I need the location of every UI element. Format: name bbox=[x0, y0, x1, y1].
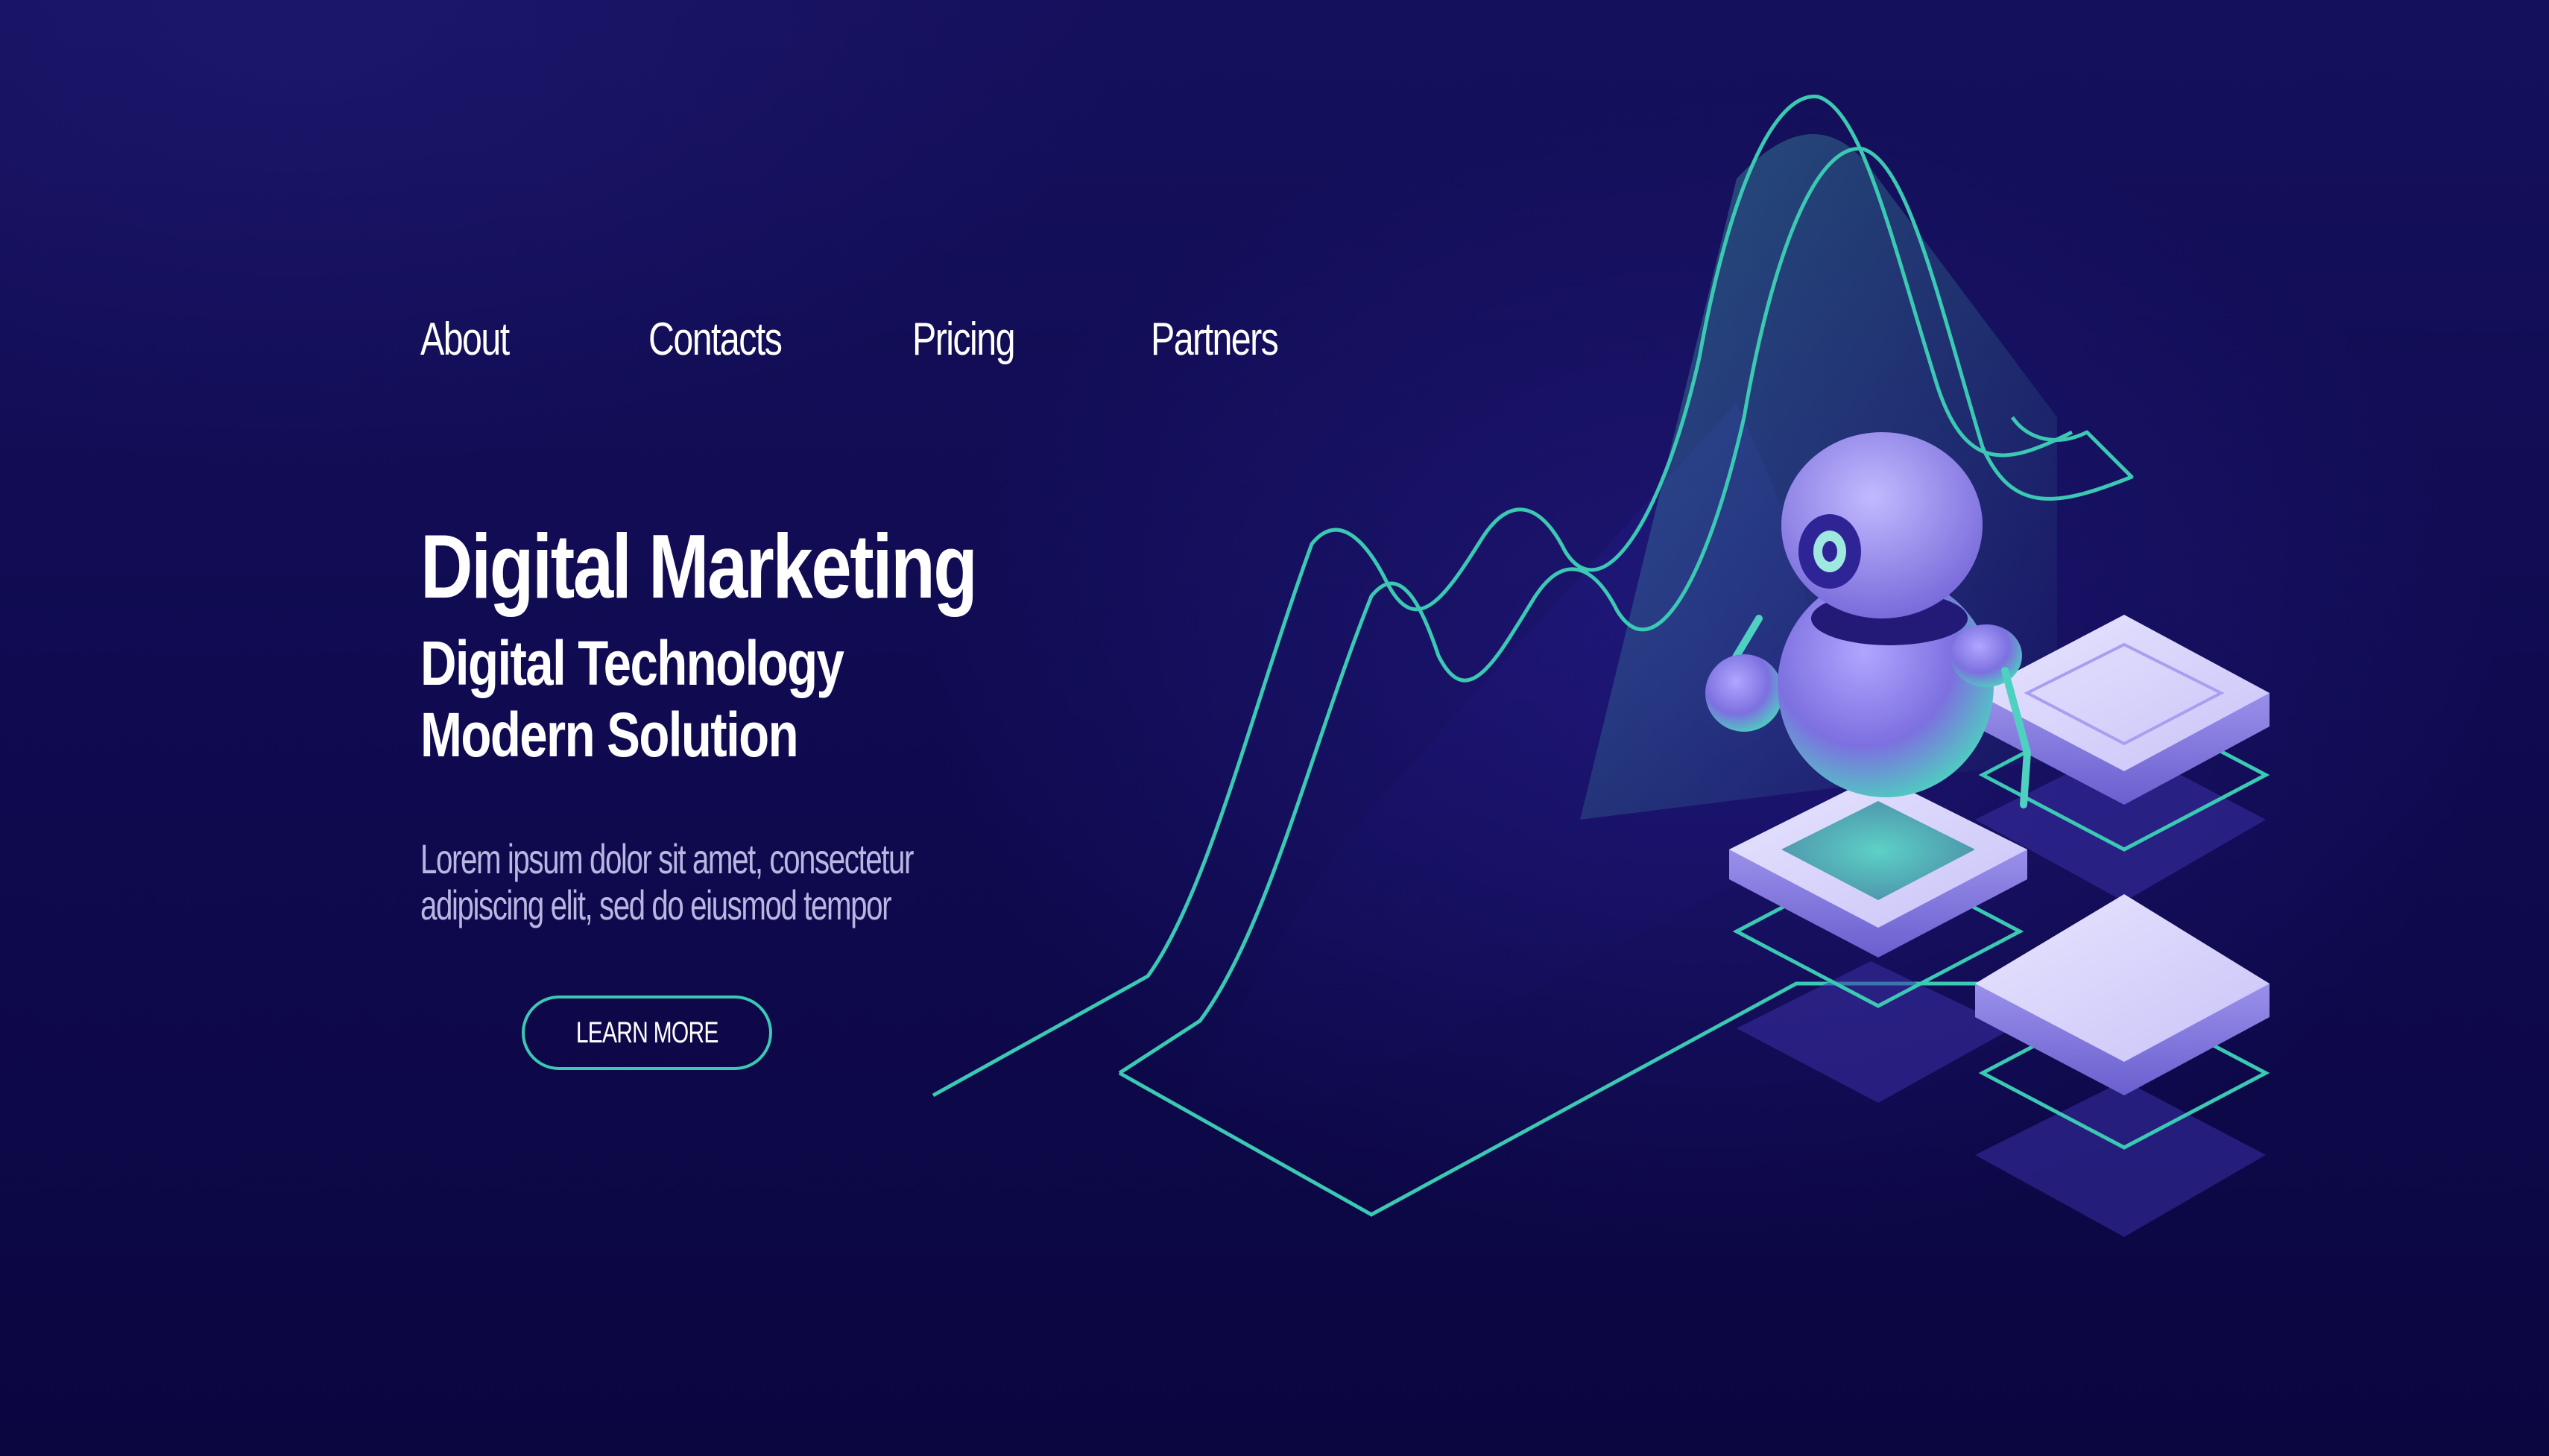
hero-description: Lorem ipsum dolor sit amet, consectetur … bbox=[420, 836, 1064, 928]
platform-tile-top-right bbox=[1975, 615, 2270, 805]
learn-more-button[interactable]: LEARN MORE bbox=[522, 996, 772, 1070]
hero-subtitle-line2: Modern Solution bbox=[420, 700, 799, 770]
nav-contacts[interactable]: Contacts bbox=[648, 313, 783, 366]
platform-tile-left bbox=[1729, 775, 2027, 958]
chart-glow bbox=[1580, 134, 2057, 820]
hero-section: Digital Marketing Digital Technology Mod… bbox=[420, 514, 1315, 928]
nav-partners[interactable]: Partners bbox=[1151, 313, 1279, 366]
ghost-platforms bbox=[1737, 745, 2266, 1237]
chart-baseline bbox=[1118, 981, 1997, 1217]
landing-page: About Contacts Pricing Partners Digital … bbox=[0, 0, 2549, 1456]
hero-description-line1: Lorem ipsum dolor sit amet, consectetur bbox=[420, 835, 914, 882]
learn-more-label: LEARN MORE bbox=[575, 1016, 719, 1049]
hero-description-line2: adipiscing elit, sed do eiusmod tempor bbox=[420, 881, 892, 928]
nav-about[interactable]: About bbox=[420, 313, 510, 366]
main-nav: About Contacts Pricing Partners bbox=[420, 313, 1389, 380]
hero-title: Digital Marketing bbox=[420, 516, 978, 617]
platform-glass bbox=[1732, 698, 2270, 1150]
robot-icon bbox=[1705, 432, 2032, 808]
nav-pricing[interactable]: Pricing bbox=[912, 313, 1015, 366]
hero-subtitle-line1: Digital Technology bbox=[420, 628, 844, 698]
platform-tile-bottom-right bbox=[1975, 894, 2270, 1095]
